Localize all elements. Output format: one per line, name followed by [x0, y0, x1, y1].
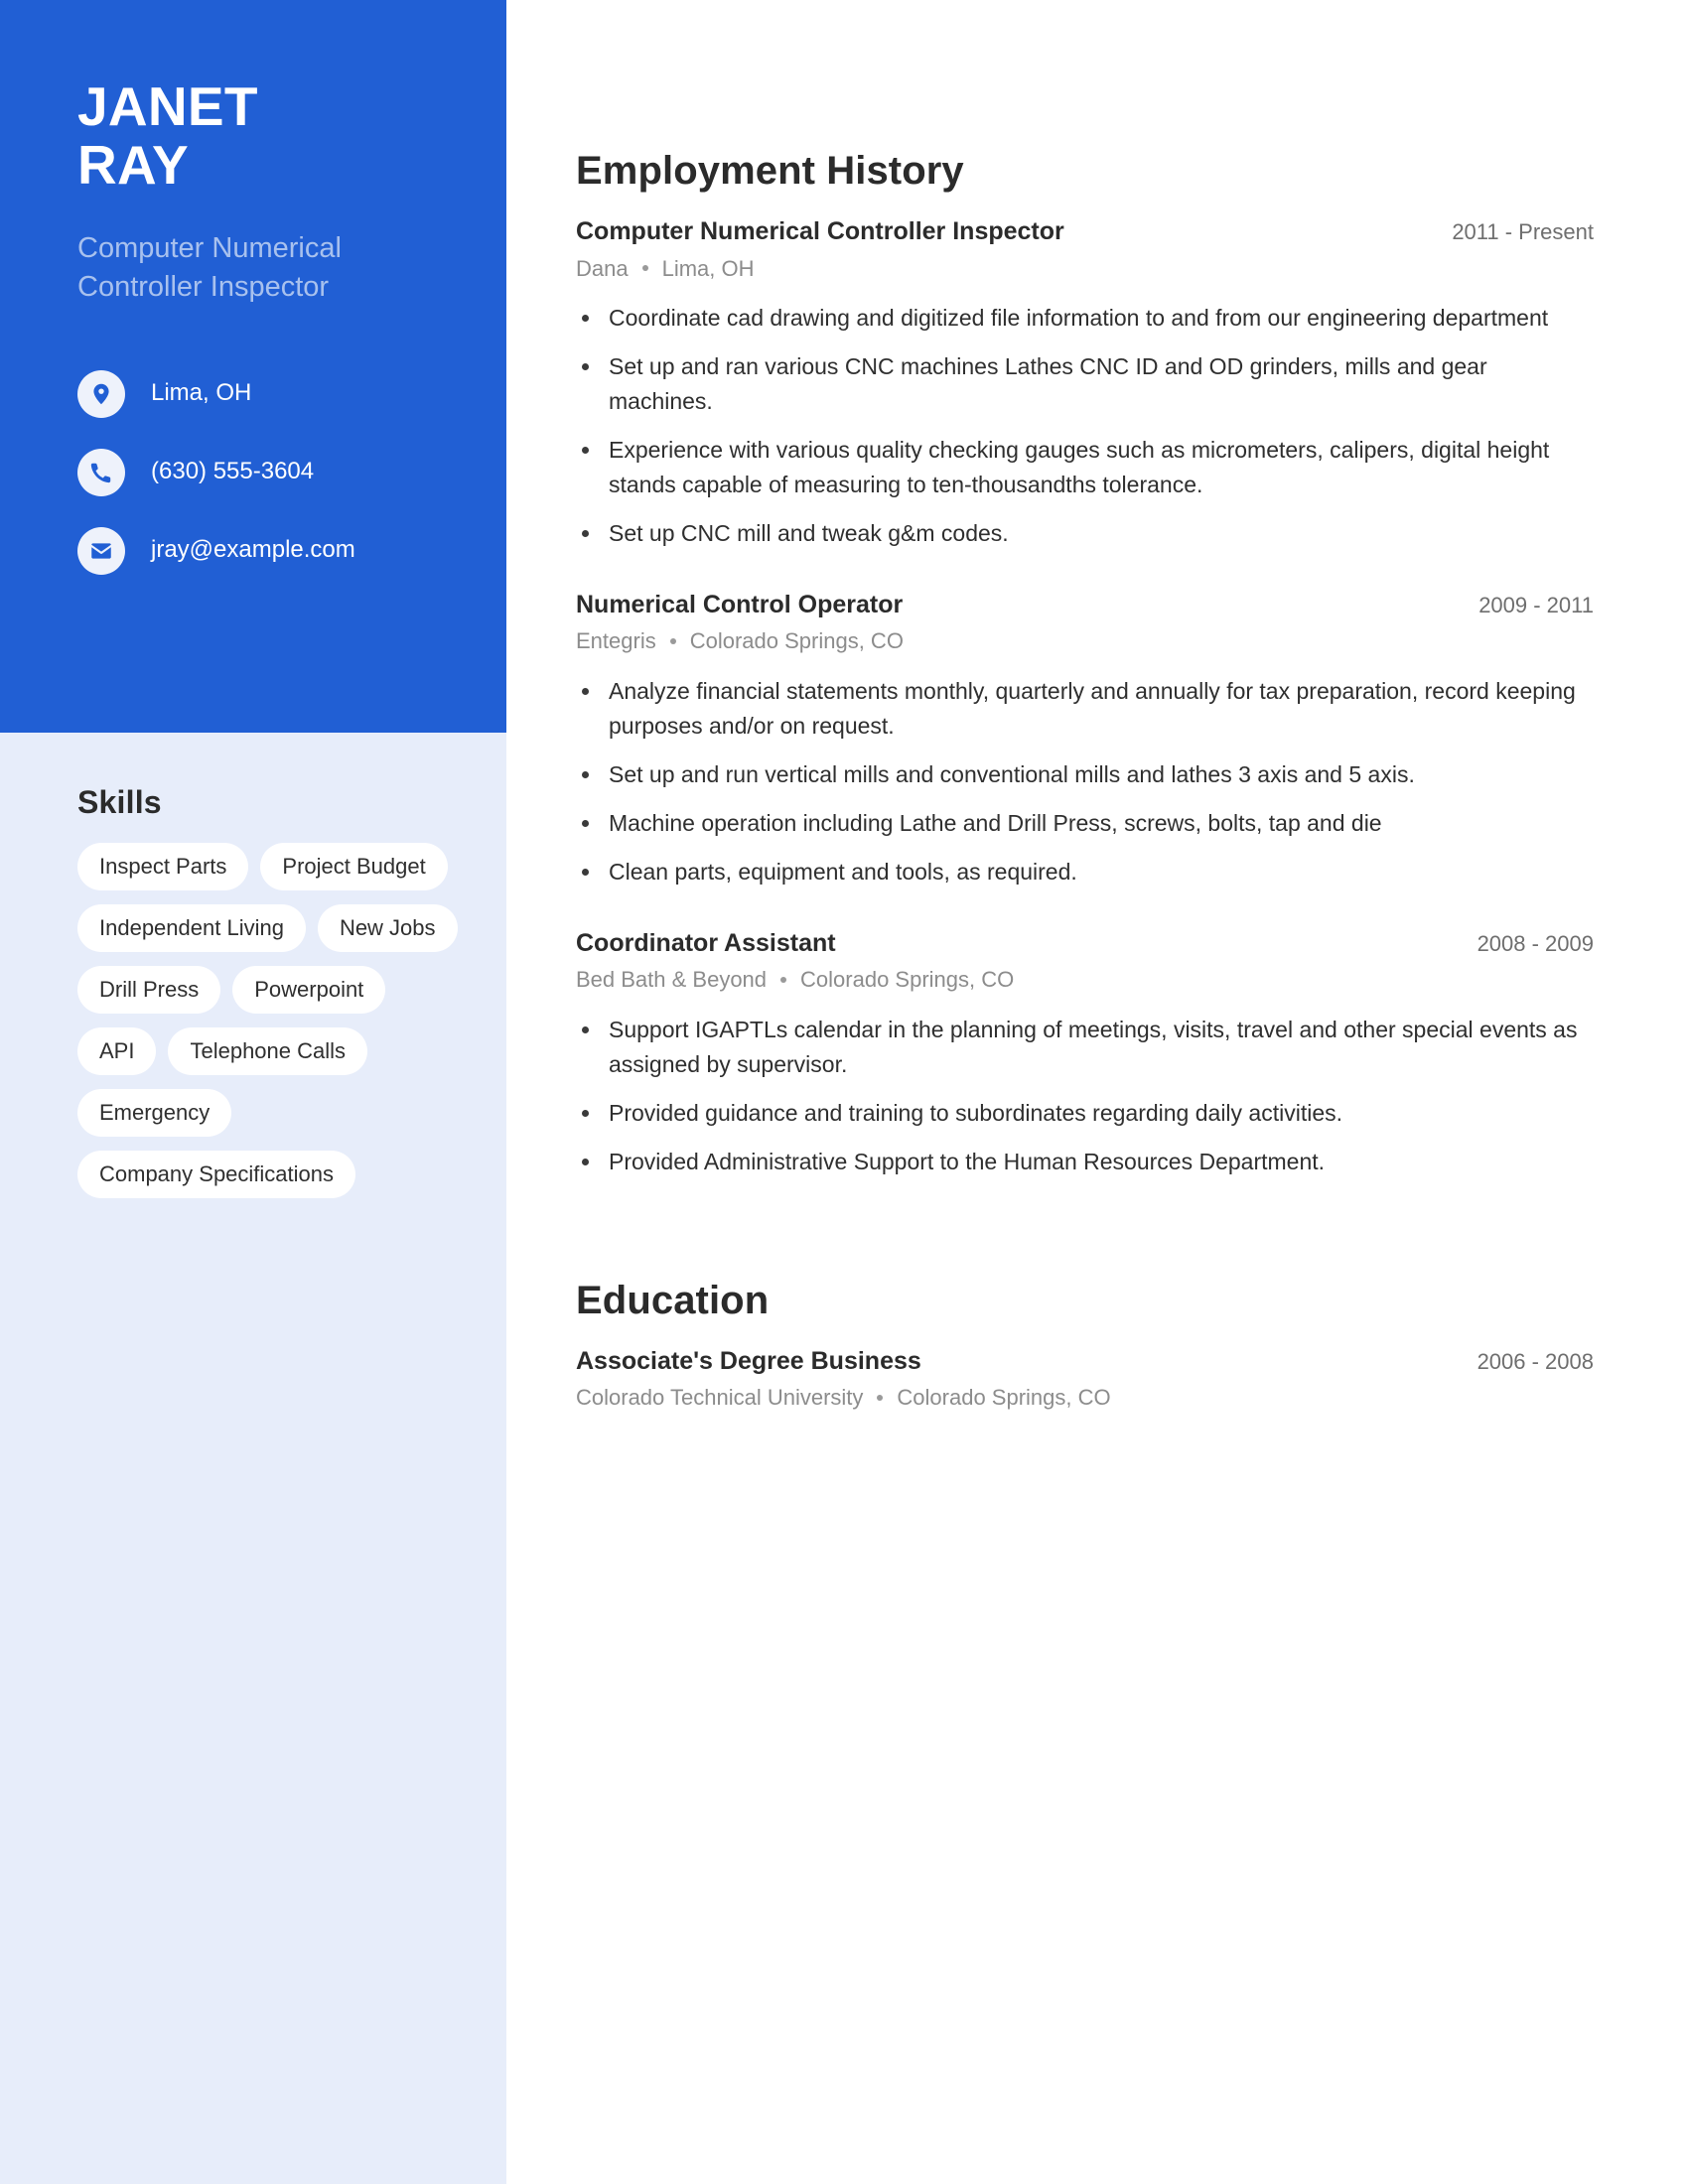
contact-email-value: jray@example.com [151, 536, 355, 564]
entry-role: Coordinator Assistant [576, 928, 836, 957]
employment-entry: Numerical Control Operator 2009 - 2011 E… [576, 589, 1594, 889]
contact-item-location: Lima, OH [77, 369, 447, 418]
bullet-item: Set up CNC mill and tweak g&m codes. [576, 516, 1594, 551]
entry-location: Colorado Springs, CO [800, 967, 1015, 993]
employment-entry: Computer Numerical Controller Inspector … [576, 215, 1594, 551]
phone-icon [77, 448, 125, 496]
entry-dates: 2011 - Present [1452, 219, 1594, 244]
entry-dates: 2008 - 2009 [1477, 930, 1594, 956]
bullet-item: Analyze financial statements monthly, qu… [576, 674, 1594, 744]
contact-phone-value: (630) 555-3604 [151, 458, 315, 485]
education-school: Colorado Technical University [576, 1385, 864, 1411]
contact-item-email: jray@example.com [77, 526, 447, 575]
bullet-item: Machine operation including Lathe and Dr… [576, 806, 1594, 841]
entry-header: Numerical Control Operator 2009 - 2011 [576, 589, 1594, 621]
skill-chip[interactable]: Company Specifications [77, 1150, 356, 1198]
entry-bullet-list: Analyze financial statements monthly, qu… [576, 674, 1594, 889]
bullet-item: Set up and ran various CNC machines Lath… [576, 349, 1594, 419]
skills-section: Skills Inspect Parts Project Budget Inde… [77, 784, 465, 1198]
entry-meta: Colorado Technical University Colorado S… [576, 1383, 1594, 1413]
contact-list: Lima, OH (630) 555-3604 jray@example.com [77, 369, 447, 575]
location-pin-icon [77, 369, 125, 418]
entry-role: Computer Numerical Controller Inspector [576, 217, 1064, 245]
main-content: Employment History Computer Numerical Co… [576, 0, 1594, 1413]
education-degree: Associate's Degree Business [576, 1346, 921, 1375]
bullet-item: Provided guidance and training to subord… [576, 1096, 1594, 1131]
dot-separator-icon [641, 265, 648, 272]
sidebar-header: JANET RAY Computer Numerical Controller … [0, 0, 506, 733]
education-location: Colorado Springs, CO [897, 1385, 1111, 1411]
resume-page: JANET RAY Computer Numerical Controller … [0, 0, 1688, 2184]
candidate-name: JANET RAY [77, 75, 447, 197]
entry-dates: 2009 - 2011 [1478, 592, 1594, 617]
entry-location: Colorado Springs, CO [689, 628, 904, 654]
bullet-item: Coordinate cad drawing and digitized fil… [576, 301, 1594, 336]
education-entry: Associate's Degree Business 2006 - 2008 … [576, 1345, 1594, 1413]
entry-meta: Dana Lima, OH [576, 254, 1594, 284]
candidate-job-title: Computer Numerical Controller Inspector [77, 231, 342, 303]
last-name: RAY [77, 134, 189, 197]
education-heading: Education [576, 1278, 770, 1322]
skill-chip[interactable]: Telephone Calls [168, 1026, 368, 1075]
bullet-item: Support IGAPTLs calendar in the planning… [576, 1013, 1594, 1082]
entry-meta: Bed Bath & Beyond Colorado Springs, CO [576, 965, 1594, 995]
skill-chip[interactable]: Powerpoint [232, 965, 386, 1014]
bullet-item: Experience with various quality checking… [576, 433, 1594, 502]
entry-meta: Entegris Colorado Springs, CO [576, 626, 1594, 656]
entry-company: Entegris [576, 628, 656, 654]
dot-separator-icon [669, 638, 676, 645]
skill-chip[interactable]: Inspect Parts [77, 843, 249, 890]
dot-separator-icon [780, 977, 787, 984]
entry-header: Coordinator Assistant 2008 - 2009 [576, 927, 1594, 960]
employment-entry: Coordinator Assistant 2008 - 2009 Bed Ba… [576, 927, 1594, 1179]
skill-chip[interactable]: Emergency [77, 1088, 232, 1137]
dot-separator-icon [877, 1395, 884, 1402]
skill-chip[interactable]: Independent Living [77, 903, 306, 952]
entry-company: Bed Bath & Beyond [576, 967, 768, 993]
entry-bullet-list: Support IGAPTLs calendar in the planning… [576, 1013, 1594, 1179]
contact-location-value: Lima, OH [151, 379, 252, 407]
bullet-item: Clean parts, equipment and tools, as req… [576, 855, 1594, 889]
skills-heading: Skills [77, 784, 162, 820]
skill-chip[interactable]: Drill Press [77, 965, 221, 1014]
skill-chip[interactable]: Project Budget [260, 843, 448, 890]
employment-history-heading: Employment History [576, 149, 964, 193]
bullet-item: Set up and run vertical mills and conven… [576, 757, 1594, 792]
bullet-item: Provided Administrative Support to the H… [576, 1145, 1594, 1179]
first-name: JANET [77, 75, 258, 137]
entry-header: Computer Numerical Controller Inspector … [576, 215, 1594, 248]
entry-role: Numerical Control Operator [576, 590, 904, 618]
entry-bullet-list: Coordinate cad drawing and digitized fil… [576, 301, 1594, 551]
skill-chip[interactable]: New Jobs [317, 903, 458, 952]
entry-location: Lima, OH [661, 255, 755, 281]
contact-item-phone: (630) 555-3604 [77, 448, 447, 496]
skill-chip[interactable]: API [77, 1026, 157, 1075]
sidebar: JANET RAY Computer Numerical Controller … [0, 0, 506, 2184]
envelope-icon [77, 526, 125, 575]
entry-header: Associate's Degree Business 2006 - 2008 [576, 1345, 1594, 1378]
skill-chip-list: Inspect Parts Project Budget Independent… [77, 843, 465, 1198]
entry-company: Dana [576, 255, 629, 281]
education-dates: 2006 - 2008 [1477, 1348, 1594, 1374]
